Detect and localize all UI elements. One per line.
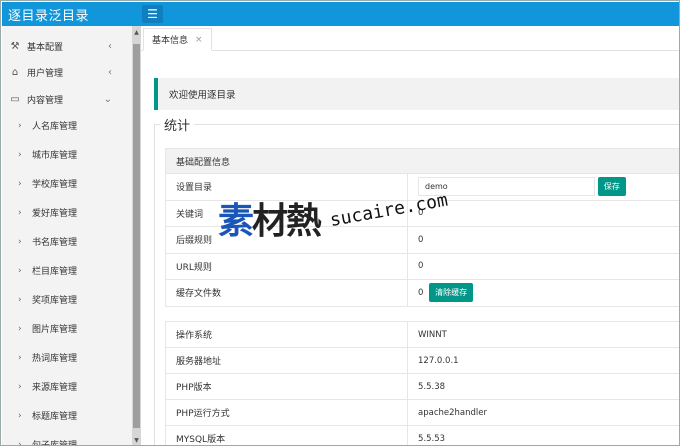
table-row: URL规则 0 [165,252,679,280]
sidebar-item-books[interactable]: › 书名库管理 [2,227,132,256]
document-icon: ▭ [10,93,20,105]
sidebar-group-label: 用户管理 [27,68,64,79]
chevron-right-icon: › [18,381,22,392]
sidebar-item-label: 图片库管理 [32,325,78,335]
watermark-cn-dark: 材熱 [252,201,322,242]
watermark-cn: 素材熱 [218,192,322,244]
row-key: MYSQL版本 [165,425,408,445]
settings-icon: ⚒ [10,40,20,52]
scrollbar-thumb[interactable] [133,44,140,428]
chevron-right-icon: › [18,294,22,305]
sidebar-item-label: 学校库管理 [32,180,78,190]
row-value: 0 清除缓存 [407,279,679,307]
chevron-right-icon: › [18,323,22,334]
brand-title: 逐目录泛目录 [8,9,90,24]
row-value: 5.5.38 [407,373,679,400]
chevron-right-icon: › [18,178,22,189]
chevron-right-icon: › [18,352,22,363]
chevron-right-icon: › [18,207,22,218]
sidebar-item-awards[interactable]: › 奖项库管理 [2,285,132,314]
sidebar-item-sentences[interactable]: › 句子库管理 [2,430,132,446]
tab-label: 基本信息 [152,36,189,46]
chevron-down-icon: ⌄ [103,93,112,105]
sidebar-item-cities[interactable]: › 城市库管理 [2,140,132,169]
sidebar-item-label: 城市库管理 [32,151,78,161]
row-key: URL规则 [165,252,408,280]
cache-count: 0 [418,288,424,299]
sidebar-item-label: 句子库管理 [32,441,78,446]
sidebar-item-names[interactable]: › 人名库管理 [2,111,132,140]
table-row: 缓存文件数 0 清除缓存 [165,279,679,307]
chevron-right-icon: › [18,439,22,446]
table-row: PHP版本 5.5.38 [165,373,679,400]
sidebar-item-schools[interactable]: › 学校库管理 [2,169,132,198]
chevron-right-icon: › [18,120,22,131]
sidebar-item-hobbies[interactable]: › 爱好库管理 [2,198,132,227]
sidebar-scrollbar[interactable]: ▲ ▼ [132,26,141,445]
sidebar-item-label: 栏目库管理 [32,267,78,277]
sidebar-item-titles[interactable]: › 标题库管理 [2,401,132,430]
chevron-right-icon: › [18,149,22,160]
table-row: 服务器地址 127.0.0.1 [165,347,679,374]
welcome-banner: 欢迎使用逐目录 [154,78,679,110]
sidebar-item-sources[interactable]: › 来源库管理 [2,372,132,401]
chevron-right-icon: › [18,265,22,276]
sidebar-group-basic-config[interactable]: ⚒ 基本配置 ‹ [2,32,132,60]
menu-toggle-button[interactable]: ☰ [142,5,163,23]
table-row: MYSQL版本 5.5.53 [165,425,679,445]
row-key: PHP运行方式 [165,399,408,426]
sidebar-item-columns[interactable]: › 栏目库管理 [2,256,132,285]
row-value: 0 [407,252,679,280]
row-value: 127.0.0.1 [407,347,679,374]
sidebar-item-label: 爱好库管理 [32,209,78,219]
sidebar-item-label: 奖项库管理 [32,296,78,306]
sidebar-item-label: 来源库管理 [32,383,78,393]
app-window: 逐目录泛目录 ☰ ⚒ 基本配置 ‹ ⌂ 用户管理 ‹ ▭ 内容管理 ⌄ › 人名库… [0,0,680,446]
stats-legend: 统计 [160,115,195,134]
config-table-title: 基础配置信息 [165,148,679,174]
row-key: PHP版本 [165,373,408,400]
sidebar-group-user-management[interactable]: ⌂ 用户管理 ‹ [2,58,132,86]
row-value: apache2handler [407,399,679,426]
table-row: 操作系统 WINNT [165,321,679,348]
sidebar-item-label: 标题库管理 [32,412,78,422]
system-info-table: 操作系统 WINNT 服务器地址 127.0.0.1 PHP版本 5.5.38 … [165,321,679,445]
sidebar-group-content-management[interactable]: ▭ 内容管理 ⌄ [2,85,132,113]
scroll-down-icon[interactable]: ▼ [132,436,141,445]
tab-bar: 基本信息 × [141,26,679,51]
sidebar-item-images[interactable]: › 图片库管理 [2,314,132,343]
chevron-right-icon: › [18,410,22,421]
sidebar: ⚒ 基本配置 ‹ ⌂ 用户管理 ‹ ▭ 内容管理 ⌄ › 人名库管理 › 城市库管理… [2,26,141,446]
menu-icon: ☰ [147,7,158,21]
row-value: WINNT [407,321,679,348]
chevron-left-icon: ‹ [108,40,112,52]
row-key: 缓存文件数 [165,279,408,307]
table-header-row: 基础配置信息 [165,148,679,174]
watermark-logo: 素材熱 sucaire.com [218,190,468,252]
sidebar-item-label: 热词库管理 [32,354,78,364]
watermark-en: sucaire.com [328,189,450,231]
sidebar-group-label: 基本配置 [27,42,64,53]
sidebar-item-label: 书名库管理 [32,238,78,248]
chevron-left-icon: ‹ [108,66,112,78]
home-icon: ⌂ [11,66,19,78]
sidebar-item-label: 人名库管理 [32,122,78,132]
table-row: PHP运行方式 apache2handler [165,399,679,426]
save-button[interactable]: 保存 [597,177,626,197]
row-key: 操作系统 [165,321,408,348]
tab-basic-info[interactable]: 基本信息 × [143,28,212,51]
row-value: 5.5.53 [407,425,679,445]
sidebar-group-label: 内容管理 [27,95,64,106]
top-header: 逐目录泛目录 ☰ [2,2,679,26]
watermark-cn-blue: 素 [218,201,254,242]
sidebar-item-hotwords[interactable]: › 热词库管理 [2,343,132,372]
clear-cache-button[interactable]: 清除缓存 [429,283,474,303]
row-key: 服务器地址 [165,347,408,374]
close-icon[interactable]: × [195,35,203,45]
scroll-up-icon[interactable]: ▲ [132,28,141,37]
chevron-right-icon: › [18,236,22,247]
